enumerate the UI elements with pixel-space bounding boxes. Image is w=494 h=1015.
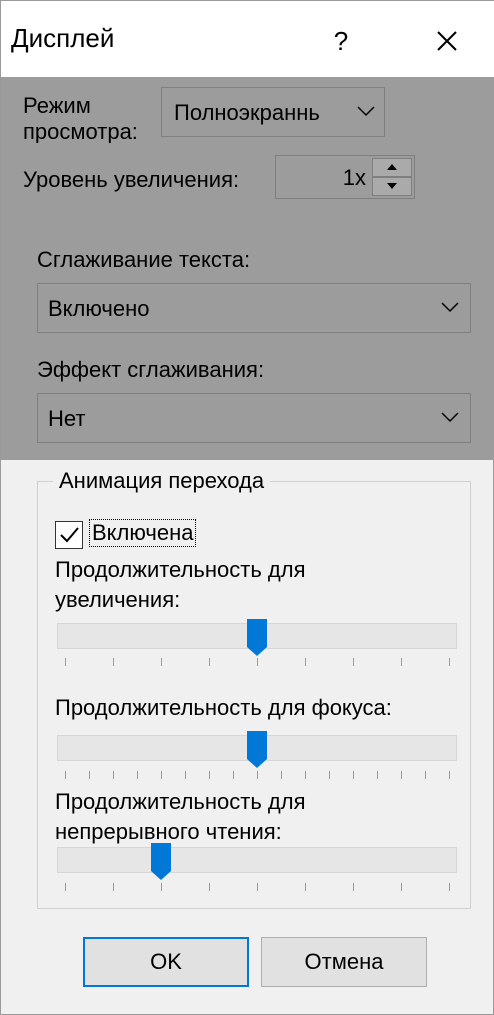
checkmark-icon [60, 527, 79, 543]
text-smoothing-value: Включено [48, 296, 150, 321]
zoom-value: 1x [342, 165, 366, 190]
slider-tick [209, 883, 210, 891]
slider-tick [113, 771, 114, 779]
spin-down-icon [387, 183, 397, 189]
slider-tick [137, 771, 138, 779]
zoom-duration-slider-thumb[interactable] [247, 619, 267, 657]
cancel-button[interactable]: Отмена [261, 937, 427, 987]
zoom-stepper[interactable]: 1x [275, 155, 415, 199]
slider-tick [233, 771, 234, 779]
slider-tick [65, 883, 66, 891]
ok-button[interactable]: OK [83, 937, 249, 987]
slider-tick [209, 658, 210, 666]
text-smoothing-label: Сглаживание текста: [37, 247, 251, 272]
smoothing-effect-value: Нет [48, 406, 86, 431]
slider-tick [89, 771, 90, 779]
slider-tick [377, 771, 378, 779]
view-mode-label-line1: Режим [23, 93, 91, 118]
slider-tick [305, 658, 306, 666]
focus-duration-slider-thumb[interactable] [247, 731, 267, 769]
display-dialog: Дисплей ? Режим просмотра: Полноэкраннь … [0, 0, 494, 1015]
zoom-duration-label-line2: увеличения: [55, 587, 181, 612]
dialog-title: Дисплей [11, 23, 115, 53]
close-icon [437, 31, 457, 51]
animation-enabled-label: Включена [89, 519, 197, 547]
zoom-up-button[interactable] [372, 158, 412, 177]
slider-tick [281, 771, 282, 779]
slider-tick [65, 658, 66, 666]
text-smoothing-select[interactable]: Включено [37, 283, 471, 333]
slider-tick [257, 883, 258, 891]
view-mode-value: Полноэкраннь [174, 100, 320, 125]
smoothing-effect-select[interactable]: Нет [37, 393, 471, 443]
slider-tick [449, 883, 450, 891]
view-mode-label-line2: просмотра: [23, 119, 138, 143]
chevron-down-icon [441, 412, 459, 423]
slider-tick [353, 883, 354, 891]
smoothing-effect-label: Эффект сглаживания: [37, 357, 265, 382]
close-button[interactable] [419, 17, 475, 65]
slider-tick [425, 771, 426, 779]
slider-tick [449, 658, 450, 666]
slider-tick [305, 771, 306, 779]
slider-tick [185, 771, 186, 779]
slider-tick [257, 658, 258, 666]
animation-group-title: Анимация перехода [53, 468, 271, 494]
slider-tick [401, 883, 402, 891]
focus-duration-label: Продолжительность для фокуса: [55, 695, 392, 720]
slider-tick [353, 658, 354, 666]
animation-enabled-checkbox[interactable] [55, 521, 83, 549]
reading-duration-ticks [57, 883, 457, 893]
slider-tick [401, 771, 402, 779]
zoom-label: Уровень увеличения: [23, 167, 240, 192]
slider-tick [257, 771, 258, 779]
chevron-down-icon [441, 302, 459, 313]
reading-duration-track[interactable] [57, 847, 457, 873]
chevron-down-icon [357, 106, 375, 117]
reading-duration-label-line1: Продолжительность для [55, 789, 306, 814]
reading-duration-label-line2: непрерывного чтения: [55, 819, 282, 844]
slider-tick [401, 658, 402, 666]
slider-tick [305, 883, 306, 891]
zoom-duration-label-line1: Продолжительность для [55, 557, 306, 582]
slider-tick [353, 771, 354, 779]
title-bar: Дисплей ? [1, 1, 494, 77]
slider-tick [113, 883, 114, 891]
slider-tick [329, 771, 330, 779]
view-mode-select[interactable]: Полноэкраннь [161, 87, 385, 137]
slider-tick [161, 658, 162, 666]
slider-tick [449, 771, 450, 779]
reading-duration-slider-thumb[interactable] [151, 843, 171, 881]
focus-duration-ticks [57, 771, 457, 781]
zoom-duration-ticks [57, 658, 457, 668]
help-button[interactable]: ? [313, 17, 369, 65]
slider-tick [65, 771, 66, 779]
slider-tick [161, 883, 162, 891]
zoom-down-button[interactable] [372, 177, 412, 196]
slider-tick [161, 771, 162, 779]
zoom-stepper-buttons [372, 158, 412, 196]
spin-up-icon [387, 164, 397, 170]
slider-tick [113, 658, 114, 666]
slider-tick [209, 771, 210, 779]
